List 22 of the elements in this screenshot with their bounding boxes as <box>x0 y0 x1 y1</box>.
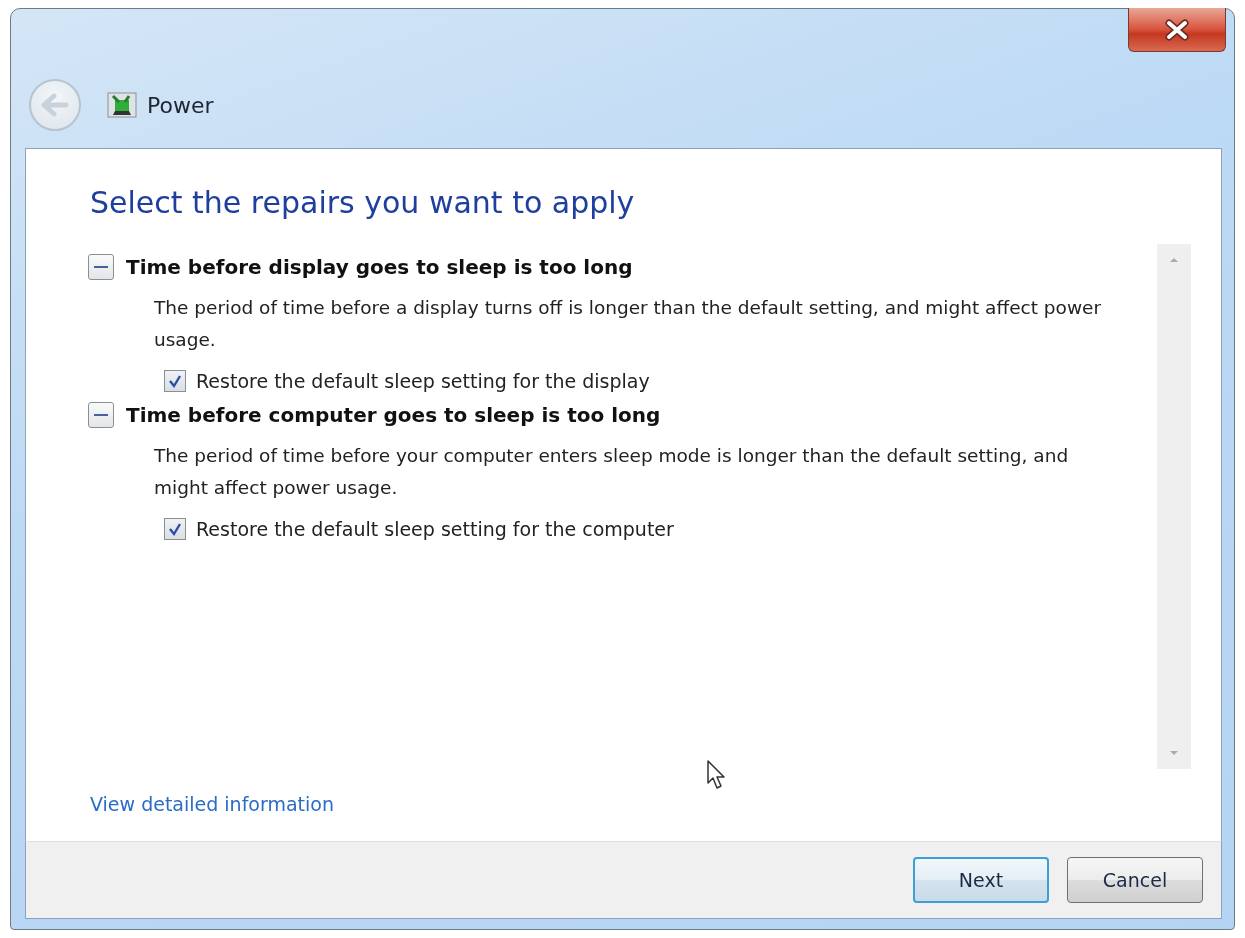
repair-description: The period of time before a display turns off is longer than the default setting, and might affect power usage. <box>154 296 1103 352</box>
collapse-toggle[interactable] <box>88 254 114 280</box>
window-title: Power <box>147 92 214 118</box>
page-heading: Select the repairs you want to apply <box>90 185 636 220</box>
repair-title: Time before display goes to sleep is too long <box>126 255 633 279</box>
close-button[interactable] <box>1128 8 1226 52</box>
dialog-button[interactable]: Cancel <box>1067 857 1203 903</box>
checkmark-icon <box>167 373 183 389</box>
power-app-icon <box>107 92 137 118</box>
back-arrow-icon <box>40 93 70 117</box>
checkmark-icon <box>167 521 183 537</box>
repair-description: The period of time before your computer enters sleep mode is longer than the default setting, and might affect power usage. <box>154 444 1070 500</box>
checkbox[interactable] <box>164 518 186 540</box>
checkbox-label: Restore the default sleep setting for the display <box>196 370 650 392</box>
repair-title: Time before computer goes to sleep is too long <box>126 403 661 427</box>
dialog-button[interactable]: Next <box>913 857 1049 903</box>
checkbox-label: Restore the default sleep setting for the computer <box>196 518 674 540</box>
checkbox[interactable] <box>164 370 186 392</box>
close-icon <box>1164 18 1190 41</box>
detail-link[interactable]: View detailed information <box>90 793 334 815</box>
mouse-cursor-icon <box>706 759 728 791</box>
collapse-toggle[interactable] <box>88 402 114 428</box>
